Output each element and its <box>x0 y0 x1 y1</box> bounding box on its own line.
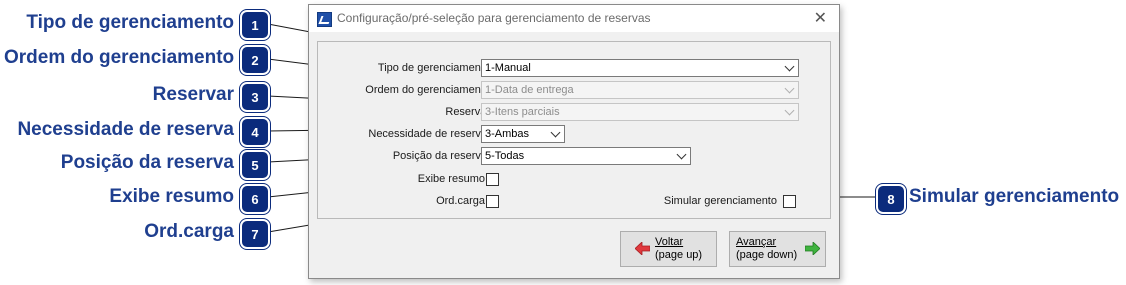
chevron-down-icon <box>676 149 687 160</box>
ordem-value: 1-Data de entrega <box>485 84 574 96</box>
voltar-text: Voltar (page up) <box>655 236 702 262</box>
avancar-button[interactable]: Avançar (page down) <box>729 231 826 267</box>
reservation-settings-dialog: Configuração/pré-seleção para gerenciame… <box>308 4 840 279</box>
voltar-line1: Voltar <box>655 236 684 248</box>
settings-group: Tipo de gerenciamento 1-Manual Ordem do … <box>317 41 831 219</box>
ordem-select[interactable]: 1-Data de entrega <box>481 81 799 99</box>
necessidade-select[interactable]: 3-Ambas <box>481 125 565 143</box>
ord-carga-label: Ord.carga <box>436 195 485 207</box>
tipo-label: Tipo de gerenciamento <box>377 62 490 74</box>
callout-label-necessidade: Necessidade de reserva <box>17 119 234 140</box>
avancar-line2: (page down) <box>736 249 798 261</box>
callout-badge-4: 4 <box>240 117 270 147</box>
callout-badge-8: 8 <box>876 184 906 214</box>
simular-label: Simular gerenciamento <box>663 195 777 207</box>
callout-label-reservar: Reservar <box>152 84 234 105</box>
ordem-label: Ordem do gerenciamento <box>365 84 490 96</box>
reservar-select[interactable]: 3-Itens parciais <box>481 103 799 121</box>
exibe-resumo-label: Exibe resumo <box>417 173 485 185</box>
chevron-down-icon <box>550 127 561 138</box>
callout-label-exibe: Exibe resumo <box>109 186 234 207</box>
ord-carga-checkbox[interactable] <box>486 195 499 208</box>
callout-label-ordcarga: Ord.carga <box>144 221 234 242</box>
callout-label-ordem: Ordem do gerenciamento <box>4 47 235 68</box>
posicao-label: Posição da reserva <box>392 150 487 162</box>
arrow-right-icon <box>805 242 820 255</box>
posicao-select[interactable]: 5-Todas <box>481 147 691 165</box>
callout-label-simular: Simular gerenciamento <box>909 186 1120 207</box>
callout-badge-2: 2 <box>240 45 270 75</box>
close-icon[interactable]: ✕ <box>814 8 827 28</box>
reservar-value: 3-Itens parciais <box>485 106 560 118</box>
chevron-down-icon <box>784 61 795 72</box>
title-bar: Configuração/pré-seleção para gerenciame… <box>309 5 839 32</box>
callout-label-tipo: Tipo de gerenciamento <box>26 12 234 33</box>
callout-label-posicao: Posição da reserva <box>60 152 234 173</box>
posicao-value: 5-Todas <box>485 150 525 162</box>
necessidade-value: 3-Ambas <box>485 128 530 140</box>
app-logo-icon <box>317 12 332 27</box>
arrow-left-icon <box>635 242 650 255</box>
callout-badge-6: 6 <box>240 184 270 214</box>
voltar-button[interactable]: Voltar (page up) <box>620 231 717 267</box>
callout-badge-5: 5 <box>240 150 270 180</box>
chevron-down-icon <box>784 105 795 116</box>
avancar-line1: Avançar <box>736 236 777 248</box>
callout-badge-7: 7 <box>240 219 270 249</box>
tipo-value: 1-Manual <box>485 62 531 74</box>
callout-badge-1: 1 <box>240 10 270 40</box>
necessidade-label: Necessidade de reserva <box>368 128 487 140</box>
exibe-resumo-checkbox[interactable] <box>486 173 499 186</box>
simular-checkbox[interactable] <box>783 195 796 208</box>
tipo-select[interactable]: 1-Manual <box>481 59 799 77</box>
avancar-text: Avançar (page down) <box>736 236 797 262</box>
dialog-title: Configuração/pré-seleção para gerenciame… <box>337 11 651 25</box>
voltar-line2: (page up) <box>655 249 703 261</box>
callout-badge-3: 3 <box>240 82 270 112</box>
chevron-down-icon <box>784 83 795 94</box>
